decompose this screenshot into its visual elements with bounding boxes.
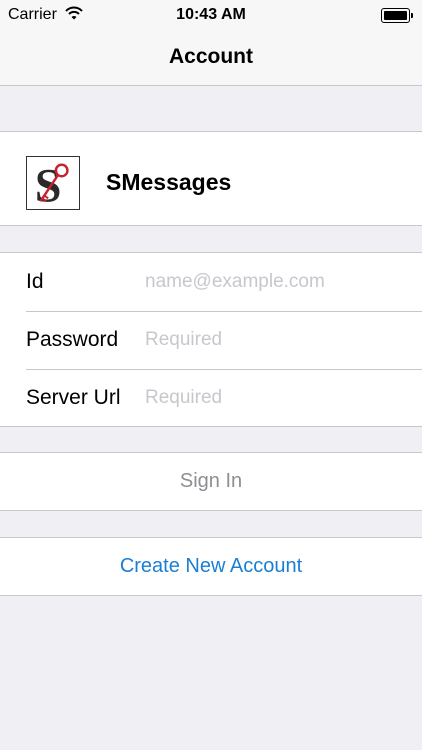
battery-icon <box>381 8 413 23</box>
create-account-cell: Create New Account <box>0 537 422 596</box>
login-form: Id Password Server Url <box>0 252 422 427</box>
page-title: Account <box>169 45 253 68</box>
password-row: Password <box>0 311 422 369</box>
server-url-field[interactable] <box>145 383 405 413</box>
id-field[interactable] <box>145 267 405 297</box>
sign-in-cell: Sign In <box>0 452 422 511</box>
server-url-label: Server Url <box>26 386 121 409</box>
server-url-row: Server Url <box>0 369 422 427</box>
password-field[interactable] <box>145 325 405 355</box>
smessages-logo-icon: S <box>26 156 80 210</box>
app-header-cell: S SMessages <box>0 131 422 226</box>
status-time: 10:43 AM <box>176 6 246 23</box>
status-bar: Carrier 10:43 AM <box>0 0 422 30</box>
create-new-account-button[interactable]: Create New Account <box>0 538 422 595</box>
id-label: Id <box>26 270 44 293</box>
password-label: Password <box>26 328 119 351</box>
navigation-bar: Account <box>0 30 422 86</box>
app-name: SMessages <box>106 169 232 195</box>
id-row: Id <box>0 253 422 311</box>
sign-in-button[interactable]: Sign In <box>0 453 422 510</box>
